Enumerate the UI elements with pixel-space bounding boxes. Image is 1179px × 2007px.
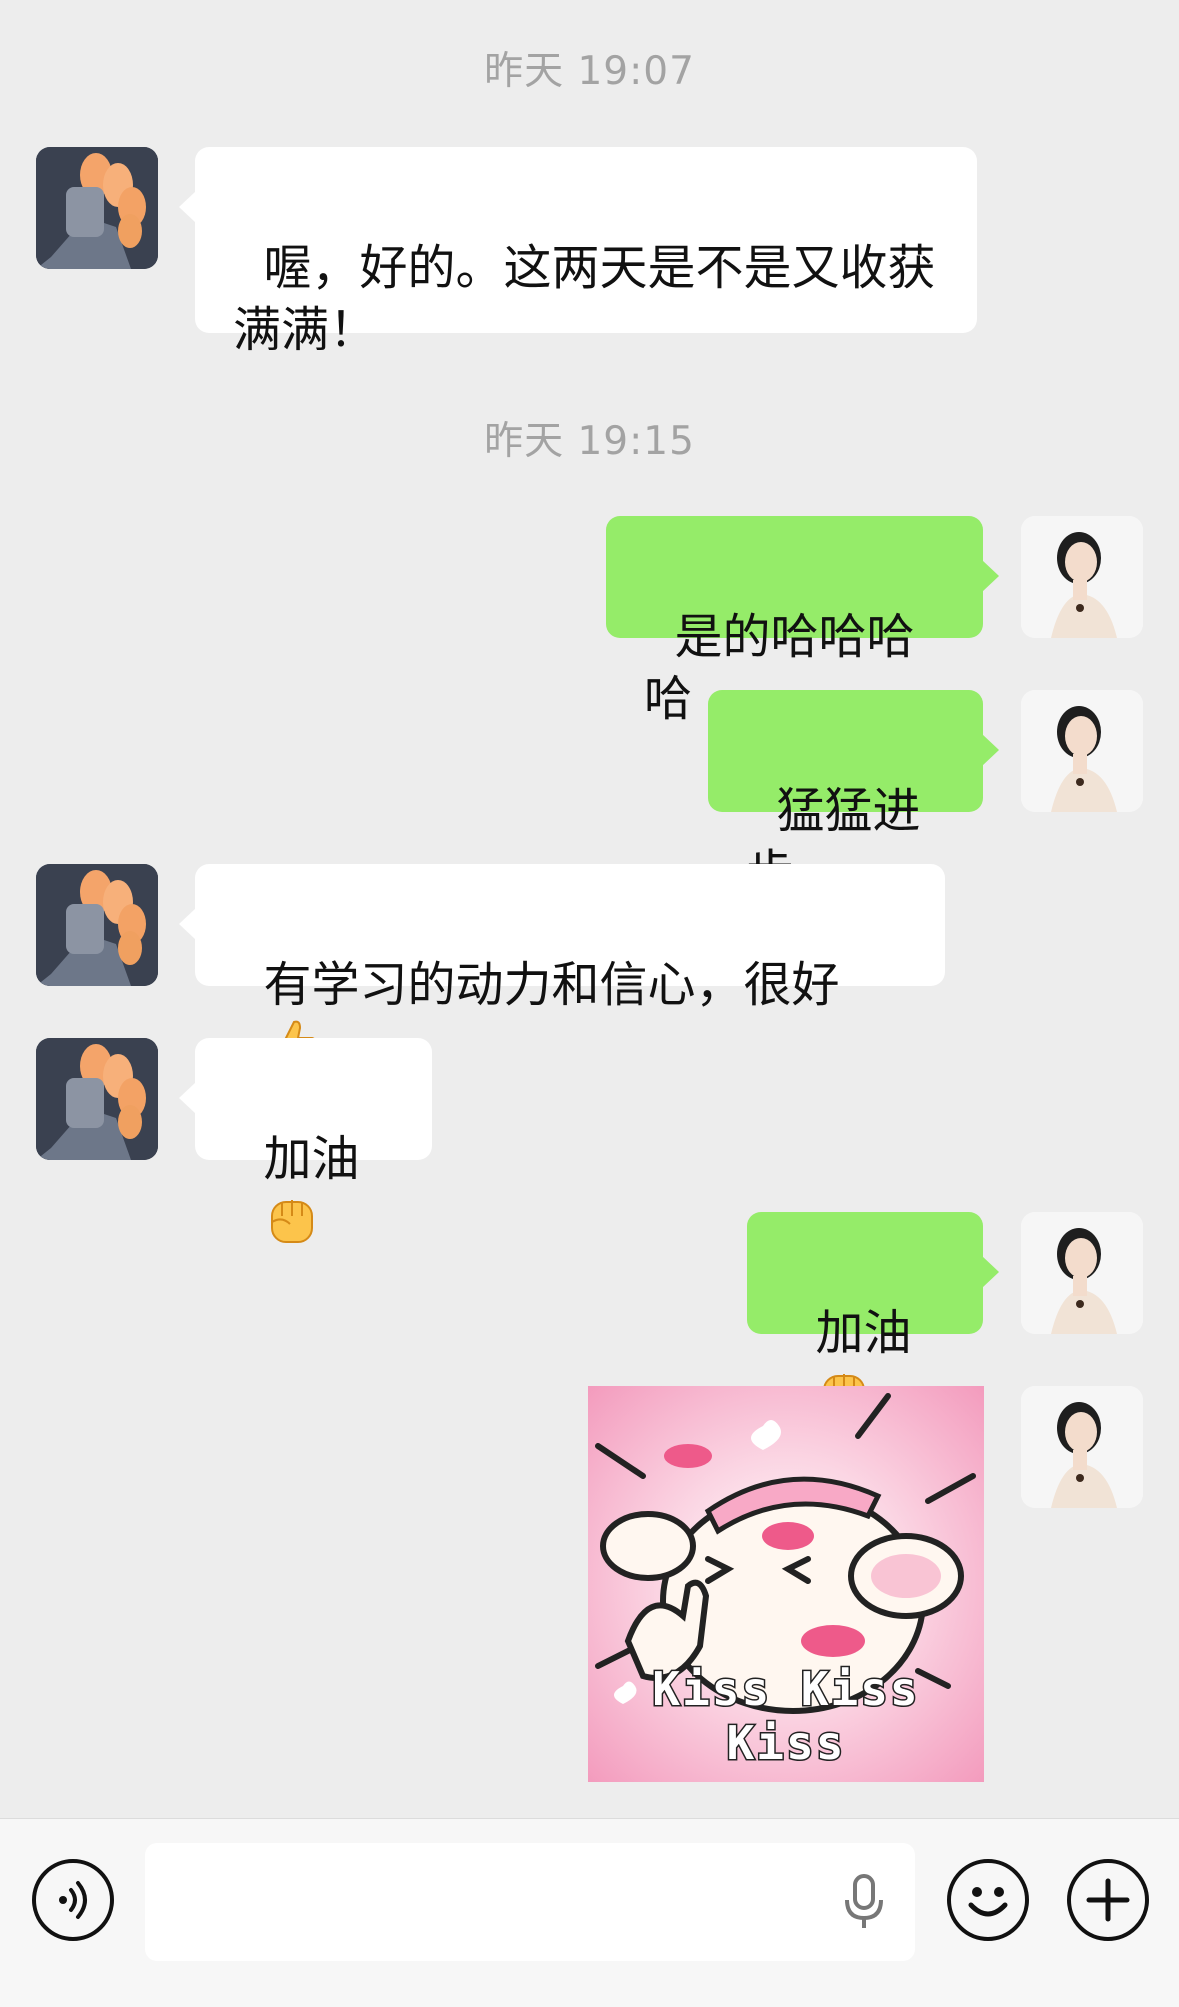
microphone-icon[interactable] (841, 1872, 887, 1932)
emoji-button[interactable] (947, 1859, 1029, 1941)
message-bubble-incoming[interactable]: 喔，好的。这两天是不是又收获 满满！ (179, 147, 977, 358)
message-text: 加油 (815, 1305, 912, 1361)
message-text: 喔，好的。这两天是不是又收获 满满！ (233, 240, 936, 358)
self-avatar[interactable] (1021, 1212, 1143, 1334)
contact-avatar[interactable] (36, 147, 158, 269)
raised-fist-icon (270, 1200, 313, 1243)
message-bubble-outgoing[interactable]: 猛猛进步 (708, 690, 999, 901)
timestamp: 昨天 19:07 (484, 49, 695, 94)
plus-icon (1086, 1878, 1130, 1922)
message-bubble-outgoing[interactable]: 加油 (747, 1212, 999, 1417)
message-bubble-outgoing[interactable]: 是的哈哈哈哈 (606, 516, 999, 727)
self-avatar[interactable] (1021, 516, 1143, 638)
self-avatar[interactable] (1021, 1386, 1143, 1508)
self-avatar[interactable] (1021, 690, 1143, 812)
message-bubble-incoming[interactable]: 有学习的动力和信心，很好 (179, 864, 945, 1067)
contact-avatar[interactable] (36, 864, 158, 986)
voice-toggle-button[interactable] (32, 1859, 114, 1941)
chat-input-bar (0, 1818, 1179, 2007)
message-text: 加油 (263, 1131, 360, 1187)
more-actions-button[interactable] (1067, 1859, 1149, 1941)
timestamp: 昨天 19:15 (484, 419, 695, 464)
smiley-icon (968, 1887, 1008, 1917)
message-text: 有学习的动力和信心，很好 (263, 957, 840, 1013)
message-bubble-incoming[interactable]: 加油 (179, 1038, 432, 1243)
voice-wave-icon (59, 1881, 87, 1919)
kiss-sticker[interactable]: Kiss Kiss Kiss (588, 1386, 984, 1782)
message-input[interactable] (145, 1843, 915, 1961)
sticker-caption: Kiss Kiss Kiss (651, 1661, 920, 1772)
contact-avatar[interactable] (36, 1038, 158, 1160)
